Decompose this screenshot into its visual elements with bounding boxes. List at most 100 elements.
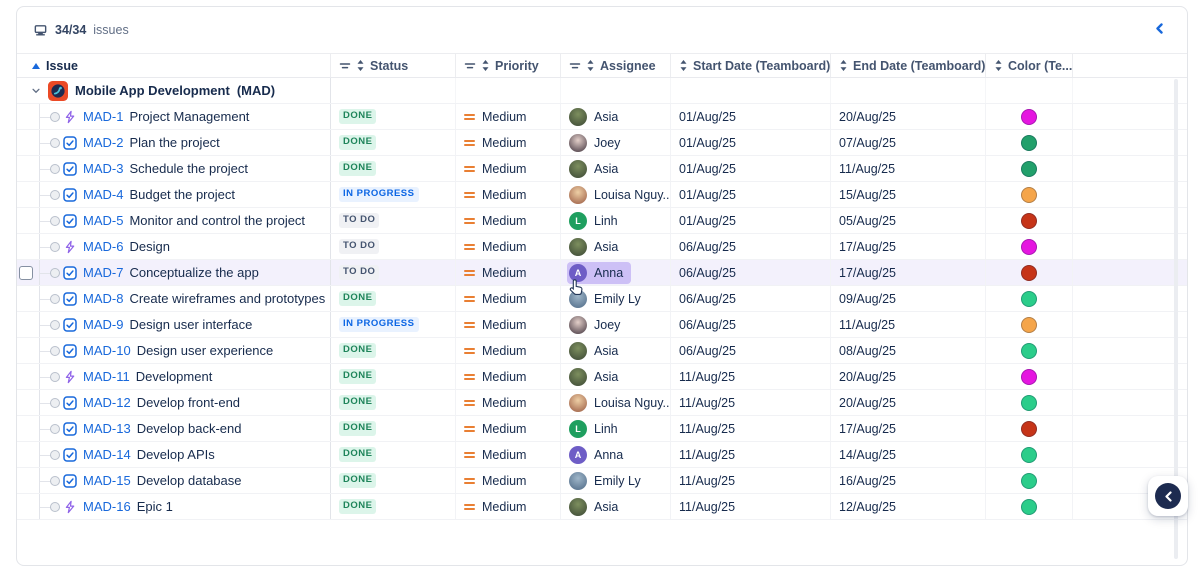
assignee-cell[interactable]: LLinh	[561, 208, 671, 233]
end-date-cell[interactable]: 17/Aug/25	[831, 260, 986, 285]
collapse-panel-button[interactable]	[1151, 20, 1167, 36]
issue-cell[interactable]: MAD-2Plan the project	[17, 130, 331, 155]
issue-key[interactable]: MAD-3	[83, 161, 123, 176]
status-cell[interactable]: TO DO	[331, 234, 456, 259]
status-cell[interactable]: DONE	[331, 468, 456, 493]
column-header-color[interactable]: Color (Te...	[986, 54, 1073, 77]
color-dot[interactable]	[1021, 161, 1037, 177]
start-date-cell[interactable]: 06/Aug/25	[671, 234, 831, 259]
status-cell[interactable]: TO DO	[331, 260, 456, 285]
issue-cell[interactable]: MAD-5Monitor and control the project	[17, 208, 331, 233]
drag-handle-dot[interactable]	[50, 372, 60, 382]
issue-cell[interactable]: MAD-16Epic 1	[17, 494, 331, 519]
status-cell[interactable]: TO DO	[331, 208, 456, 233]
start-date-cell[interactable]: 11/Aug/25	[671, 468, 831, 493]
issue-row[interactable]: MAD-6DesignTO DOMediumAsia06/Aug/2517/Au…	[17, 234, 1187, 260]
issue-cell[interactable]: MAD-12Develop front-end	[17, 390, 331, 415]
status-cell[interactable]: IN PROGRESS	[331, 182, 456, 207]
issue-cell[interactable]: MAD-10Design user experience	[17, 338, 331, 363]
color-dot[interactable]	[1021, 473, 1037, 489]
color-cell[interactable]	[986, 468, 1073, 493]
end-date-cell[interactable]: 20/Aug/25	[831, 104, 986, 129]
issue-key[interactable]: MAD-1	[83, 109, 123, 124]
issue-key[interactable]: MAD-13	[83, 421, 131, 436]
priority-cell[interactable]: Medium	[456, 234, 561, 259]
assignee-cell[interactable]: Asia	[561, 338, 671, 363]
color-cell[interactable]	[986, 416, 1073, 441]
assignee-cell[interactable]: Emily Ly	[561, 286, 671, 311]
color-dot[interactable]	[1021, 447, 1037, 463]
start-date-cell[interactable]: 01/Aug/25	[671, 208, 831, 233]
end-date-cell[interactable]: 11/Aug/25	[831, 312, 986, 337]
assignee-cell[interactable]: Joey	[561, 130, 671, 155]
status-cell[interactable]: DONE	[331, 286, 456, 311]
issue-key[interactable]: MAD-11	[83, 369, 130, 384]
status-cell[interactable]: IN PROGRESS	[331, 312, 456, 337]
drag-handle-dot[interactable]	[50, 424, 60, 434]
status-cell[interactable]: DONE	[331, 442, 456, 467]
issue-row[interactable]: MAD-4Budget the projectIN PROGRESSMedium…	[17, 182, 1187, 208]
start-date-cell[interactable]: 01/Aug/25	[671, 130, 831, 155]
status-cell[interactable]: DONE	[331, 494, 456, 519]
issue-row[interactable]: MAD-9Design user interfaceIN PROGRESSMed…	[17, 312, 1187, 338]
column-header-assignee[interactable]: Assignee	[561, 54, 671, 77]
priority-cell[interactable]: Medium	[456, 208, 561, 233]
drag-handle-dot[interactable]	[50, 242, 60, 252]
issue-row[interactable]: MAD-11DevelopmentDONEMediumAsia11/Aug/25…	[17, 364, 1187, 390]
drag-handle-dot[interactable]	[50, 502, 60, 512]
priority-cell[interactable]: Medium	[456, 416, 561, 441]
end-date-cell[interactable]: 17/Aug/25	[831, 234, 986, 259]
assignee-cell[interactable]: LLinh	[561, 416, 671, 441]
priority-cell[interactable]: Medium	[456, 442, 561, 467]
issue-cell[interactable]: MAD-6Design	[17, 234, 331, 259]
issue-cell[interactable]: MAD-8Create wireframes and prototypes	[17, 286, 331, 311]
assignee-cell[interactable]: Asia	[561, 104, 671, 129]
issue-cell[interactable]: MAD-9Design user interface	[17, 312, 331, 337]
color-dot[interactable]	[1021, 213, 1037, 229]
color-cell[interactable]	[986, 182, 1073, 207]
issue-key[interactable]: MAD-14	[83, 447, 131, 462]
color-cell[interactable]	[986, 156, 1073, 181]
column-header-end[interactable]: End Date (Teamboard)	[831, 54, 986, 77]
issue-row[interactable]: MAD-7Conceptualize the appTO DOMediumAAn…	[17, 260, 1187, 286]
issue-key[interactable]: MAD-16	[83, 499, 131, 514]
drag-handle-dot[interactable]	[50, 346, 60, 356]
color-dot[interactable]	[1021, 317, 1037, 333]
end-date-cell[interactable]: 09/Aug/25	[831, 286, 986, 311]
status-cell[interactable]: DONE	[331, 104, 456, 129]
assignee-cell[interactable]: Louisa Nguy...	[561, 390, 671, 415]
assignee-cell[interactable]: Louisa Nguy...	[561, 182, 671, 207]
column-header-status[interactable]: Status	[331, 54, 456, 77]
start-date-cell[interactable]: 11/Aug/25	[671, 442, 831, 467]
color-cell[interactable]	[986, 104, 1073, 129]
issue-row[interactable]: MAD-15Develop databaseDONEMediumEmily Ly…	[17, 468, 1187, 494]
issue-key[interactable]: MAD-7	[83, 265, 123, 280]
priority-cell[interactable]: Medium	[456, 260, 561, 285]
status-cell[interactable]: DONE	[331, 156, 456, 181]
color-dot[interactable]	[1021, 265, 1037, 281]
issue-key[interactable]: MAD-8	[83, 291, 123, 306]
priority-cell[interactable]: Medium	[456, 364, 561, 389]
drag-handle-dot[interactable]	[50, 476, 60, 486]
issue-cell[interactable]: MAD-11Development	[17, 364, 331, 389]
start-date-cell[interactable]: 11/Aug/25	[671, 494, 831, 519]
drag-handle-dot[interactable]	[50, 320, 60, 330]
priority-cell[interactable]: Medium	[456, 104, 561, 129]
color-dot[interactable]	[1021, 291, 1037, 307]
issue-key[interactable]: MAD-12	[83, 395, 131, 410]
column-header-priority[interactable]: Priority	[456, 54, 561, 77]
priority-cell[interactable]: Medium	[456, 390, 561, 415]
issue-key[interactable]: MAD-4	[83, 187, 123, 202]
issue-key[interactable]: MAD-10	[83, 343, 131, 358]
color-dot[interactable]	[1021, 187, 1037, 203]
assignee-cell[interactable]: Asia	[561, 156, 671, 181]
end-date-cell[interactable]: 05/Aug/25	[831, 208, 986, 233]
color-cell[interactable]	[986, 286, 1073, 311]
color-cell[interactable]	[986, 208, 1073, 233]
issue-cell[interactable]: MAD-7Conceptualize the app	[17, 260, 331, 285]
issue-row[interactable]: MAD-14Develop APIsDONEMediumAAnna11/Aug/…	[17, 442, 1187, 468]
project-cell[interactable]: Mobile App Development (MAD)	[17, 78, 331, 103]
issue-row[interactable]: MAD-5Monitor and control the projectTO D…	[17, 208, 1187, 234]
color-dot[interactable]	[1021, 369, 1037, 385]
priority-cell[interactable]: Medium	[456, 312, 561, 337]
